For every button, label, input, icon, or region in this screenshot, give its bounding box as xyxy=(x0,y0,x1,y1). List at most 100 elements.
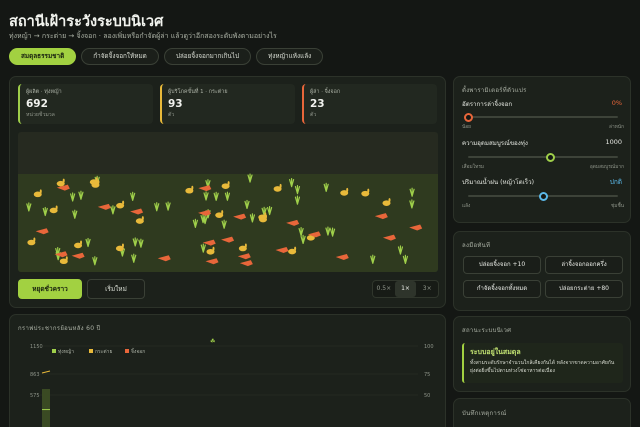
pause-button[interactable]: หยุดชั่วคราว xyxy=(18,279,82,299)
grass-tuft xyxy=(249,213,256,223)
right-tick-label: 50 xyxy=(424,393,430,399)
speed-option-half[interactable]: 0.5× xyxy=(373,281,395,297)
legend-label-rabbit: กระต่าย xyxy=(95,349,112,355)
tab-drought[interactable]: ทุ่งหญ้าแห้งแล้ง xyxy=(256,48,324,65)
rabbit-ear xyxy=(227,181,230,186)
rabbit-ear xyxy=(65,256,68,261)
grass-tuft xyxy=(138,238,144,248)
grass-tuft xyxy=(78,190,84,200)
stat-label: ผู้ผลิต · ทุ่งหญ้า xyxy=(26,89,62,95)
grass-tuft xyxy=(72,209,78,219)
stat-card-rabbits: ผู้บริโภคขั้นที่ 1 · กระต่าย 93 ตัว xyxy=(160,84,295,124)
ecosystem-animation xyxy=(26,173,423,267)
rainfall-value: ปกติ xyxy=(609,178,622,186)
grass-tuft xyxy=(402,254,409,265)
fox-icon xyxy=(71,252,85,259)
status-message: ระบบอยู่ในสมดุล ทั้งสามระดับรักษาจำนวนใก… xyxy=(462,343,623,383)
rabbit-ear xyxy=(191,185,194,190)
rabbit-ear xyxy=(264,214,267,219)
grass-tuft xyxy=(224,191,231,201)
fox-icon xyxy=(130,208,144,215)
rabbit-ear xyxy=(279,183,282,188)
grass-tuft xyxy=(294,184,301,195)
fox-icon xyxy=(275,247,289,254)
scenario-tabs: สมดุลธรรมชาติ กำจัดจิ้งจอกให้หมด ปล่อยจิ… xyxy=(9,48,324,65)
status-title: สถานะระบบนิเวศ xyxy=(462,327,512,334)
rabbit-ear xyxy=(388,198,391,203)
cull-half-foxes-button[interactable]: ล่าจิ้งจอกออกครึ่ง xyxy=(545,256,623,274)
fox-icon xyxy=(335,254,349,261)
chart-line-rabbit xyxy=(41,370,51,374)
grass-tuft xyxy=(110,205,116,215)
grass-tuft xyxy=(289,177,295,188)
rabbit-ear xyxy=(122,200,125,205)
fox-icon xyxy=(239,260,253,267)
slider-handle[interactable] xyxy=(463,112,473,122)
grass-tuft xyxy=(200,243,206,253)
slider-handle[interactable] xyxy=(546,152,555,162)
slider-handle[interactable] xyxy=(538,191,548,201)
grass-tuft xyxy=(192,218,198,228)
tab-too-many-foxes[interactable]: ปล่อยจิ้งจอกมากเกินไป xyxy=(163,48,252,65)
fox-icon xyxy=(205,258,219,265)
rabbit-ear xyxy=(33,237,36,242)
rainfall-label: ปริมาณน้ำฝน (หญ้าโตเร็ว) xyxy=(462,179,534,186)
chart-series-marker: ☘ xyxy=(210,338,215,345)
restart-button[interactable]: เริ่มใหม่ xyxy=(87,279,145,299)
grass-tuft xyxy=(92,256,98,266)
left-tick-label: 575 xyxy=(30,393,40,399)
population-chart: 1150 863 575 100 75 50 ทุ่งหญ้า กระต่าย … xyxy=(30,338,434,427)
ecosystem-status-panel: สถานะระบบนิเวศ ระบบอยู่ในสมดุล ทั้งสามระ… xyxy=(453,316,631,392)
fox-icon xyxy=(374,213,388,220)
slider-min-label: แล้ง xyxy=(462,204,471,209)
left-tick-label: 1150 xyxy=(30,344,43,350)
rainfall-slider[interactable] xyxy=(468,191,618,201)
simulation-panel: ผู้ผลิต · ทุ่งหญ้า 692 หน่วยชีวมวล ผู้บร… xyxy=(9,76,446,308)
grass-tuft xyxy=(85,237,91,248)
stat-value: 93 xyxy=(168,98,183,110)
grass-tuft xyxy=(26,202,32,212)
stat-card-foxes: ผู้ล่า · จิ้งจอก 23 ตัว xyxy=(302,84,437,124)
tab-remove-foxes[interactable]: กำจัดจิ้งจอกให้หมด xyxy=(81,48,159,65)
stat-unit: ตัว xyxy=(168,112,175,118)
grass-tuft xyxy=(298,227,304,237)
rabbit-ear xyxy=(55,205,58,210)
slider-min-label: น้อย xyxy=(462,125,471,130)
actions-panel: ลงมือทันที ปล่อยจิ้งจอก +10 ล่าจิ้งจอกออ… xyxy=(453,231,631,311)
fox-icon xyxy=(286,219,300,226)
grass-tuft xyxy=(42,206,48,217)
fox-icon xyxy=(221,236,235,243)
release-rabbits-button[interactable]: ปล่อยกระต่าย +80 xyxy=(545,280,623,298)
legend-label-grass: ทุ่งหญ้า xyxy=(58,348,74,355)
parameters-title: ตั้งพารามิเตอร์ที่ตัวแปร xyxy=(462,87,527,94)
hunting-rate-slider[interactable] xyxy=(463,112,618,122)
actions-title: ลงมือทันที xyxy=(462,242,491,249)
remove-all-foxes-button[interactable]: กำจัดจิ้งจอกทั้งหมด xyxy=(463,280,541,298)
field-fertility-slider[interactable] xyxy=(468,152,618,162)
grass-tuft xyxy=(165,201,171,211)
slider-min-label: เสื่อมโทรม xyxy=(462,165,485,170)
grass-tuft xyxy=(203,191,209,201)
stat-unit: หน่วยชีวมวล xyxy=(26,112,55,118)
parameters-panel: ตั้งพารามิเตอร์ที่ตัวแปร อัตราการล่าจิ้ง… xyxy=(453,76,631,223)
tab-natural-balance[interactable]: สมดุลธรรมชาติ xyxy=(9,48,77,65)
event-log-panel: บันทึกเหตุการณ์ xyxy=(453,398,631,427)
legend-swatch-grass xyxy=(52,349,56,353)
slider-max-label: ล่าหนัก xyxy=(609,125,624,130)
slider-range-labels: แล้ง ชุ่มชื้น xyxy=(462,202,624,210)
speed-option-normal[interactable]: 1× xyxy=(394,281,417,297)
fox-icon xyxy=(97,203,111,210)
release-foxes-button[interactable]: ปล่อยจิ้งจอก +10 xyxy=(463,256,541,274)
speed-option-fast[interactable]: 3× xyxy=(416,281,438,297)
rabbit-ear xyxy=(346,187,349,192)
grass-tuft xyxy=(409,199,415,209)
page-title: สถานีเฝ้าระวังระบบนิเวศ xyxy=(9,14,164,30)
stat-value: 692 xyxy=(26,98,48,110)
rabbit-ear xyxy=(39,189,42,194)
grass-tuft xyxy=(266,205,273,216)
rabbit-ear xyxy=(294,246,297,251)
rabbit-ear xyxy=(141,216,144,221)
speed-selector: 0.5× 1× 3× xyxy=(372,280,439,298)
grass-tuft xyxy=(397,245,404,255)
rabbit-ear xyxy=(367,188,370,193)
